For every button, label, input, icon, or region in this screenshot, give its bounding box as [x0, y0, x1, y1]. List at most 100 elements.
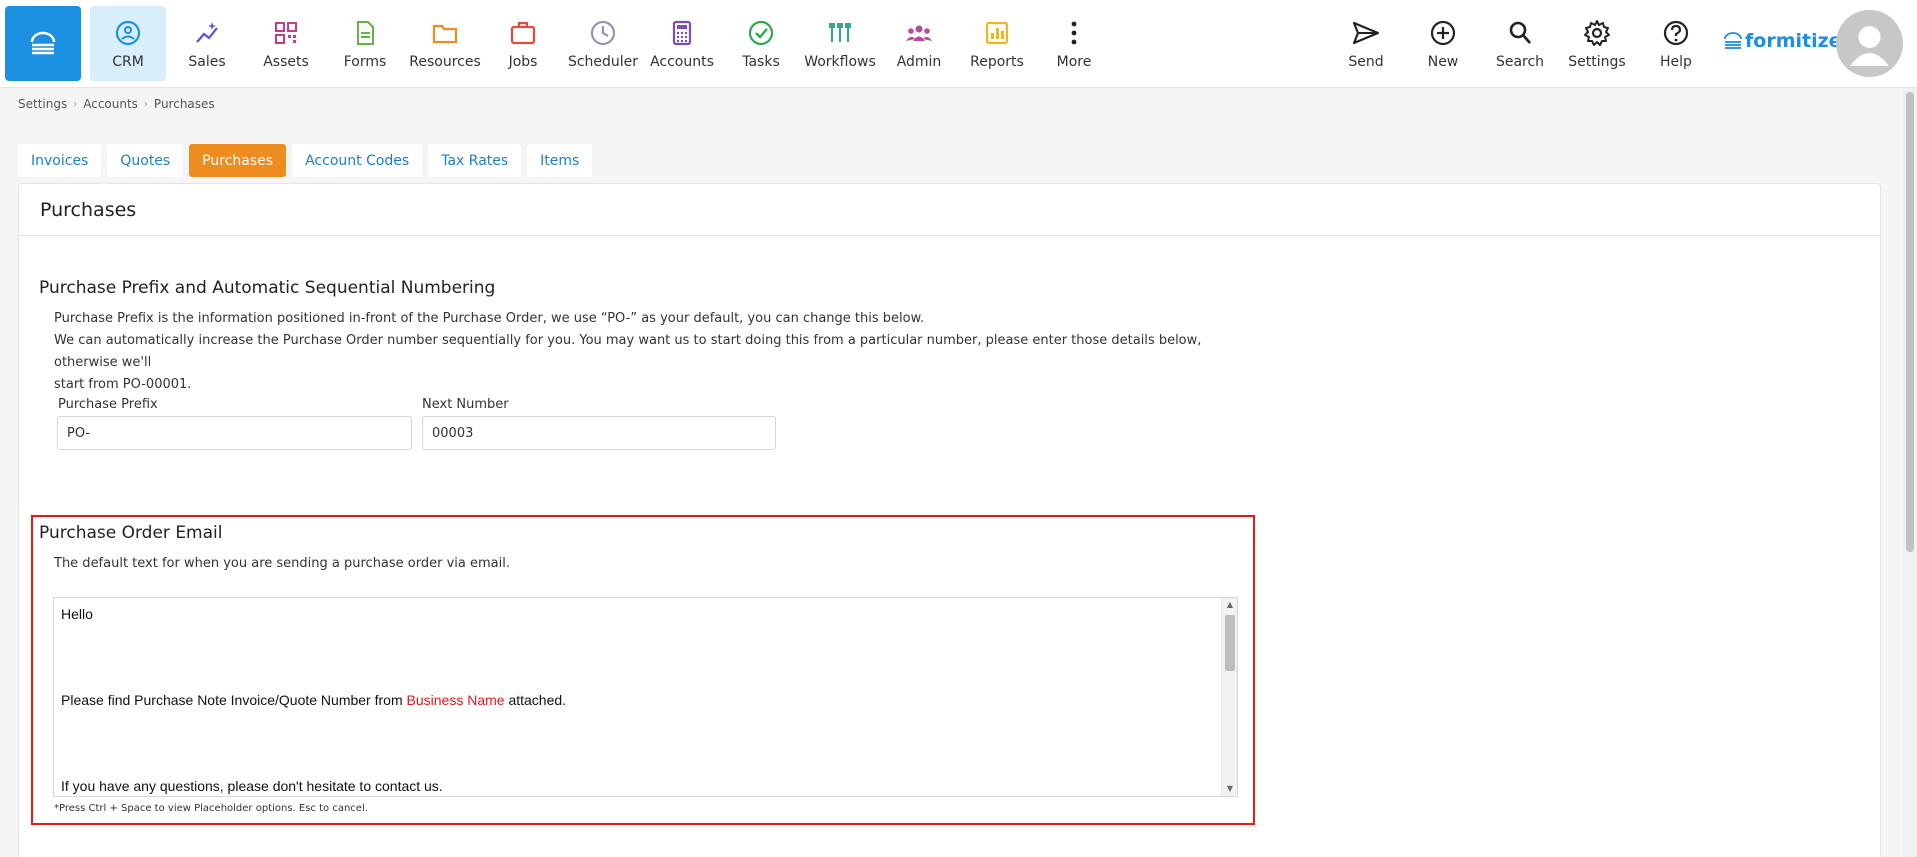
nav-label: Sales — [188, 54, 226, 70]
nav-more[interactable]: More — [1036, 6, 1112, 81]
page-scrollbar[interactable] — [1903, 88, 1917, 857]
email-line: If you have any questions, please don't … — [61, 778, 443, 794]
nav-forms[interactable]: Forms — [327, 6, 403, 81]
chevron-right-icon: › — [143, 98, 148, 110]
help-icon — [1663, 20, 1689, 46]
nav-label: Settings — [1568, 54, 1626, 70]
scroll-thumb[interactable] — [1225, 615, 1235, 671]
prefix-desc-line: start from PO-00001. — [54, 377, 192, 392]
tab-items[interactable]: Items — [527, 144, 593, 177]
nav-sales[interactable]: Sales — [169, 6, 245, 81]
nav-workflows[interactable]: Workflows — [800, 6, 880, 81]
nav-label: More — [1056, 54, 1092, 70]
tab-account-codes[interactable]: Account Codes — [292, 144, 423, 177]
brand-name: formitize — [1745, 30, 1842, 52]
email-line-empty — [61, 649, 1230, 692]
smiley-icon — [115, 20, 141, 46]
briefcase-icon — [510, 21, 536, 45]
nav-label: Help — [1660, 54, 1692, 70]
nav-label: Assets — [263, 54, 309, 70]
nav-assets[interactable]: Assets — [248, 6, 324, 81]
nav-send[interactable]: Send — [1328, 6, 1404, 81]
workflow-icon — [829, 23, 851, 42]
email-body-editor[interactable]: Hello Please find Purchase Note Invoice/… — [53, 597, 1238, 797]
nav-crm[interactable]: CRM — [90, 6, 166, 81]
stack-icon — [1724, 32, 1742, 49]
email-line: Please find Purchase Note Invoice/Quote … — [61, 692, 1230, 735]
stack-icon — [30, 31, 56, 54]
users-icon — [906, 25, 932, 41]
email-body-content[interactable]: Hello Please find Purchase Note Invoice/… — [54, 598, 1237, 796]
more-vertical-icon — [1071, 21, 1077, 45]
breadcrumb-accounts[interactable]: Accounts — [83, 97, 138, 111]
avatar[interactable] — [1836, 10, 1903, 77]
prefix-description: Purchase Prefix is the information posit… — [54, 308, 1254, 396]
bar-chart-icon — [985, 21, 1009, 45]
breadcrumb-purchases: Purchases — [153, 97, 215, 111]
send-icon — [1352, 21, 1380, 45]
placeholder-business-name[interactable]: Business Name — [407, 692, 505, 708]
page-scroll-thumb[interactable] — [1906, 92, 1914, 552]
nav-label: Workflows — [804, 54, 876, 70]
nav-help[interactable]: Help — [1638, 6, 1714, 81]
editor-scrollbar[interactable]: ▲ ▼ — [1221, 598, 1237, 796]
prefix-section-title: Purchase Prefix and Automatic Sequential… — [39, 278, 496, 298]
purchase-prefix-input[interactable] — [57, 416, 412, 450]
tab-tax-rates[interactable]: Tax Rates — [428, 144, 522, 177]
nav-tasks[interactable]: Tasks — [723, 6, 799, 81]
email-section-title: Purchase Order Email — [39, 523, 223, 543]
top-navigation-bar: CRM Sales Assets Forms Resources Jobs Sc… — [0, 0, 1917, 88]
qr-code-icon — [275, 22, 297, 44]
search-icon — [1509, 21, 1532, 44]
nav-reports[interactable]: Reports — [959, 6, 1035, 81]
prefix-desc-line: We can automatically increase the Purcha… — [54, 333, 1202, 370]
placeholder-hint: *Press Ctrl + Space to view Placeholder … — [54, 803, 368, 814]
nav-label: Send — [1348, 54, 1384, 70]
nav-label: Search — [1495, 54, 1545, 70]
email-description: The default text for when you are sendin… — [54, 556, 510, 571]
nav-new[interactable]: New — [1405, 6, 1481, 81]
brand-logo[interactable]: formitize — [1723, 30, 1842, 52]
next-number-label: Next Number — [422, 397, 509, 412]
email-line-empty — [61, 735, 1230, 778]
nav-resources[interactable]: Resources — [406, 6, 484, 81]
email-line: Hello — [61, 606, 93, 622]
tab-invoices[interactable]: Invoices — [18, 144, 102, 177]
plus-circle-icon — [1430, 20, 1456, 46]
check-circle-icon — [748, 20, 774, 46]
sparkle-chart-icon — [196, 22, 218, 43]
purchase-prefix-label: Purchase Prefix — [58, 397, 158, 412]
tab-purchases[interactable]: Purchases — [189, 144, 287, 177]
user-icon — [1850, 26, 1889, 66]
nav-label: New — [1427, 54, 1459, 70]
nav-label: Tasks — [742, 54, 780, 70]
nav-accounts[interactable]: Accounts — [643, 6, 721, 81]
tab-quotes[interactable]: Quotes — [107, 144, 184, 177]
home-button[interactable] — [5, 6, 81, 81]
scroll-down-icon[interactable]: ▼ — [1222, 782, 1237, 796]
nav-search[interactable]: Search — [1482, 6, 1558, 81]
email-text: Please find Purchase Note Invoice/Quote … — [61, 692, 407, 708]
prefix-desc-line: Purchase Prefix is the information posit… — [54, 311, 925, 326]
calculator-icon — [672, 20, 692, 46]
clock-icon — [590, 20, 616, 46]
nav-admin[interactable]: Admin — [881, 6, 957, 81]
gear-icon — [1584, 20, 1610, 46]
nav-label: Jobs — [508, 54, 538, 70]
nav-settings[interactable]: Settings — [1559, 6, 1635, 81]
settings-tabs: Invoices Quotes Purchases Account Codes … — [18, 144, 598, 177]
breadcrumb-settings[interactable]: Settings — [18, 97, 67, 111]
nav-label: Accounts — [650, 54, 714, 70]
next-number-input[interactable] — [422, 416, 776, 450]
nav-label: Resources — [409, 54, 481, 70]
document-icon — [357, 21, 374, 45]
nav-jobs[interactable]: Jobs — [485, 6, 561, 81]
scroll-up-icon[interactable]: ▲ — [1222, 598, 1237, 612]
nav-label: Reports — [970, 54, 1024, 70]
chevron-right-icon: › — [73, 98, 78, 110]
folder-icon — [432, 24, 458, 44]
nav-scheduler[interactable]: Scheduler — [564, 6, 642, 81]
nav-label: Admin — [896, 54, 942, 70]
email-text: attached. — [504, 692, 567, 708]
breadcrumb: Settings › Accounts › Purchases — [18, 97, 215, 111]
